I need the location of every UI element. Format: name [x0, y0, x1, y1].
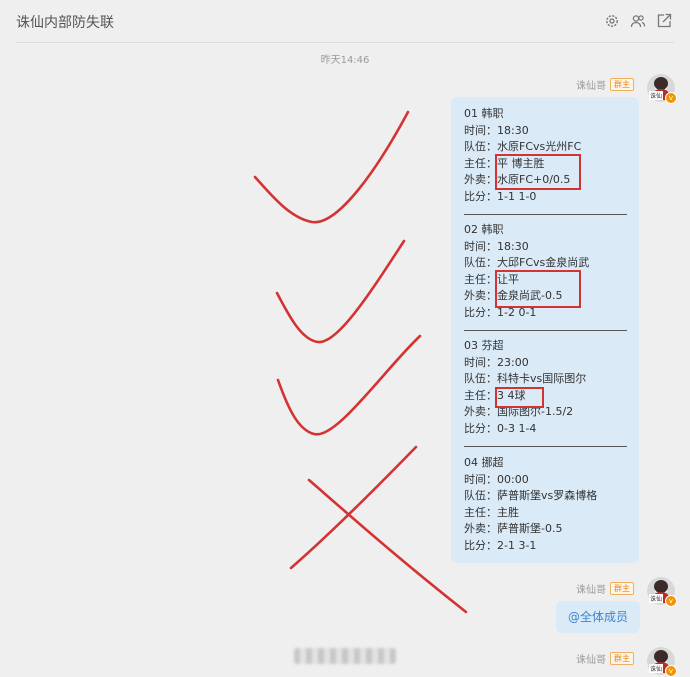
mention-message[interactable]: @全体成员 [556, 601, 640, 633]
cross-mark [289, 445, 418, 570]
sender-name[interactable]: 诛仙哥 [576, 651, 606, 666]
owner-badge: 群主 [610, 582, 634, 595]
annotation-marks [253, 110, 468, 614]
avatar-tag: 诛仙 [649, 594, 664, 603]
verified-icon: v [665, 595, 677, 607]
owner-badge: 群主 [610, 652, 634, 665]
check-mark [275, 239, 406, 344]
blurred-content [294, 648, 396, 664]
sender-info: 诛仙哥 群主 [576, 651, 634, 666]
check-mark [253, 110, 410, 224]
avatar[interactable]: 诛仙 v [647, 577, 677, 607]
sender-info: 诛仙哥 群主 [576, 581, 634, 596]
verified-icon: v [665, 665, 677, 677]
avatar[interactable]: 诛仙 v [647, 647, 677, 677]
check-mark [276, 334, 422, 436]
avatar-tag: 诛仙 [649, 664, 664, 673]
cross-mark [307, 478, 468, 614]
sender-name[interactable]: 诛仙哥 [576, 581, 606, 596]
